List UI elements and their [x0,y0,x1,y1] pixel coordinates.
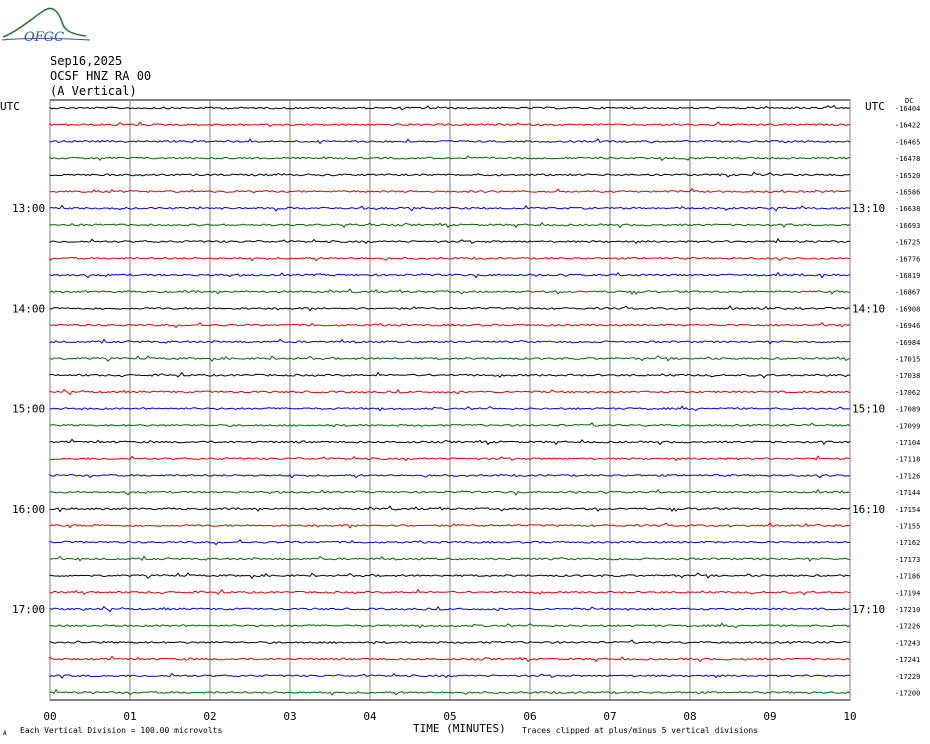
seismogram-plot: OFGC UTC UTC DC 13:00 14:00 15:00 16:00 17:0… [0,7,920,737]
logo-text: OFGC [24,30,64,45]
dc-offset-label: -17038 [895,372,920,380]
dc-offset-label: -17089 [895,406,920,414]
dc-column-header: DC [905,97,913,105]
right-hour-label: 17:10 [852,603,885,616]
x-tick-label: 01 [123,710,136,723]
right-hour-label: 16:10 [852,503,885,516]
dc-offset-label: -17015 [895,356,920,364]
left-hour-label: 17:00 [12,603,45,616]
dc-offset-label: -17118 [895,456,920,464]
dc-offset-label: -16946 [895,322,920,330]
left-hour-label: 13:00 [12,202,45,215]
dc-offset-label: -17155 [895,523,920,531]
x-tick-label: 00 [43,710,56,723]
x-tick-label: 07 [603,710,616,723]
dc-offset-label: -17154 [895,506,920,514]
right-hour-labels: 13:10 14:10 15:10 16:10 17:10 [852,202,885,616]
footer-mark: A [3,730,7,737]
component-label: (A Vertical) [50,84,137,98]
dc-offset-label: -16520 [895,172,920,180]
left-hour-labels: 13:00 14:00 15:00 16:00 17:00 [12,202,45,616]
right-hour-label: 13:10 [852,202,885,215]
dc-offset-label: -16725 [895,239,920,247]
x-tick-label: 04 [363,710,377,723]
x-tick-label: 06 [523,710,536,723]
ofgc-logo: OFGC [1,7,91,45]
dc-offset-label: -16638 [895,205,920,213]
left-timezone-label: UTC [0,100,20,113]
dc-offset-label: -16586 [895,189,920,197]
dc-offset-label: -16478 [895,155,920,163]
dc-offset-label: -17194 [895,589,920,597]
x-tick-label: 08 [683,710,696,723]
x-tick-label: 09 [763,710,776,723]
x-tick-label: 10 [843,710,856,723]
date-label: Sep16,2025 [50,54,123,68]
dc-offset-label: -17229 [895,673,920,681]
dc-offset-label: -17226 [895,623,920,631]
right-hour-label: 15:10 [852,403,885,416]
dc-offset-label: -17210 [895,606,920,614]
dc-offset-label: -16867 [895,289,920,297]
dc-offset-label: -17241 [895,656,920,664]
dc-offset-label: -17162 [895,539,920,547]
dc-offset-label: -16908 [895,305,920,313]
dc-offset-label: -17243 [895,639,920,647]
dc-offset-label: -17173 [895,556,920,564]
left-hour-label: 15:00 [12,403,45,416]
dc-offset-label: -16465 [895,138,920,146]
footer-clip-note: Traces clipped at plus/minus 5 vertical … [522,726,758,735]
right-timezone-label: UTC [865,100,885,113]
dc-offset-label: -17099 [895,422,920,430]
dc-offset-label: -17104 [895,439,920,447]
dc-offset-label: -17126 [895,472,920,480]
dc-offset-label: -16819 [895,272,920,280]
dc-offset-label: -16404 [895,105,920,113]
dc-offset-label: -17144 [895,489,920,497]
footer-scale-note: Each Vertical Division = 100.00 microvol… [20,726,222,735]
dc-offset-labels: -16404 -16422 -16465 -16478 -16520 -16586 -166… [895,105,920,698]
dc-offset-label: -17062 [895,389,920,397]
x-tick-label: 03 [283,710,296,723]
dc-offset-label: -16776 [895,255,920,263]
left-hour-label: 16:00 [12,503,45,516]
dc-offset-label: -17186 [895,573,920,581]
dc-offset-label: -17200 [895,690,920,698]
right-hour-label: 14:10 [852,302,885,315]
x-tick-label: 02 [203,710,216,723]
station-label: OCSF HNZ RA 00 [50,69,152,83]
dc-offset-label: -16984 [895,339,920,347]
dc-offset-label: -16693 [895,222,920,230]
left-hour-label: 14:00 [12,302,45,315]
dc-offset-label: -16422 [895,122,920,130]
x-axis-label: TIME (MINUTES) [413,722,506,735]
